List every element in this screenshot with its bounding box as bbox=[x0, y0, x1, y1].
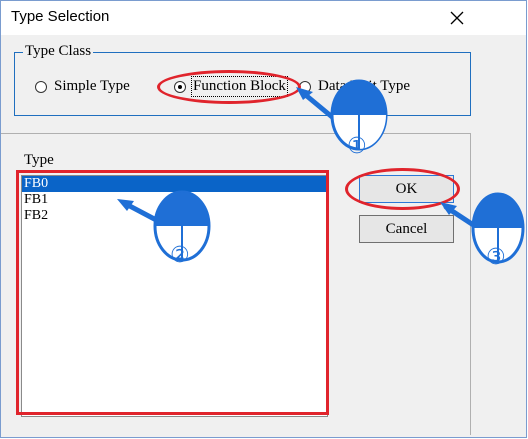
type-list-label: Type bbox=[24, 152, 54, 168]
dialog-title: Type Selection bbox=[11, 8, 110, 25]
radio-data-unit-type[interactable]: Data Unit Type bbox=[299, 78, 410, 95]
highlight-ok-button bbox=[345, 168, 460, 210]
radio-label: Simple Type bbox=[54, 78, 130, 94]
radio-simple-type[interactable]: Simple Type bbox=[35, 78, 130, 95]
close-button[interactable] bbox=[439, 3, 475, 33]
cancel-button[interactable]: Cancel bbox=[359, 215, 454, 243]
radio-label: Data Unit Type bbox=[318, 78, 410, 94]
close-icon bbox=[450, 11, 464, 25]
title-bar[interactable]: Type Selection bbox=[1, 1, 526, 35]
radio-circle bbox=[35, 80, 47, 93]
highlight-function-block bbox=[157, 70, 301, 104]
highlight-type-list bbox=[16, 170, 329, 415]
type-class-legend: Type Class bbox=[23, 43, 94, 60]
